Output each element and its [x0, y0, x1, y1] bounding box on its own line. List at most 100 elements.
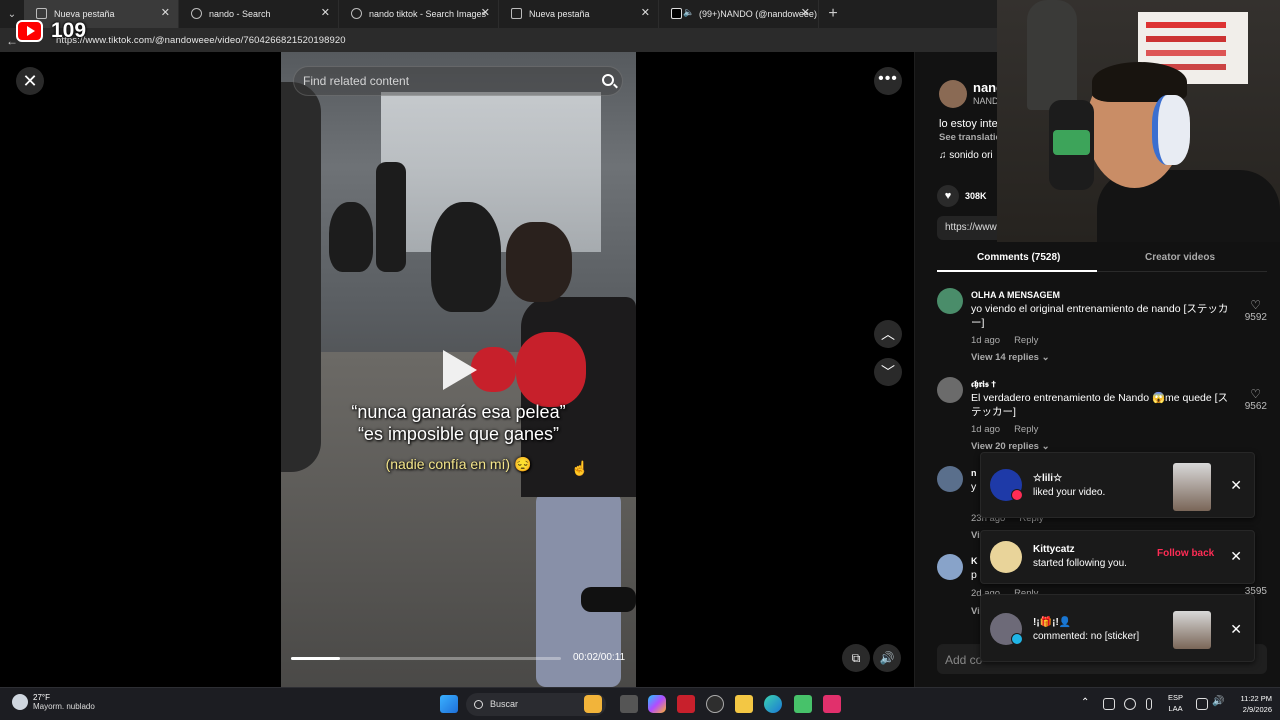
tab-2[interactable]: nando - Search ✕ [179, 0, 339, 28]
boxer-shoe [581, 587, 636, 612]
mcafee-icon[interactable] [677, 695, 695, 713]
network-icon[interactable] [1196, 698, 1208, 710]
keyboard-layout: LAA [1168, 704, 1183, 713]
webcam-overlay [997, 0, 1280, 242]
see-translation-link[interactable]: See translatio [939, 132, 1001, 143]
view-replies-button[interactable]: View 14 replies ⌄ [971, 352, 1050, 363]
comment-avatar[interactable] [937, 466, 963, 492]
screen: ⌄ Nueva pestaña ✕ nando - Search ✕ nando… [0, 0, 1280, 720]
close-tab-icon[interactable]: ✕ [801, 6, 810, 19]
comment-heart-icon[interactable]: ♡ [1250, 387, 1261, 401]
comment-avatar[interactable] [937, 377, 963, 403]
tiktok-app-icon[interactable] [823, 695, 841, 713]
edge-icon[interactable] [764, 695, 782, 713]
view-replies-button[interactable]: Vi [971, 530, 980, 541]
notification-name: ☆lili☆ [1033, 473, 1063, 484]
find-related-search[interactable]: Find related content [293, 66, 623, 96]
close-video-button[interactable]: ✕ [16, 67, 44, 95]
steam-icon[interactable] [706, 695, 724, 713]
tab-5[interactable]: 🔈 (99+)NANDO (@nandoweee) ✕ [659, 0, 819, 28]
sound-link[interactable]: ♫ sonido ori [939, 150, 993, 161]
cloud-tray-icon[interactable] [1124, 698, 1136, 710]
close-icon[interactable]: ✕ [1230, 621, 1242, 638]
mic-icon[interactable] [1146, 698, 1152, 710]
new-tab-button[interactable]: + [819, 5, 847, 23]
youtube-count: 109 [51, 19, 87, 42]
video-thumbnail[interactable] [1173, 611, 1211, 649]
comment-user[interactable]: n [971, 468, 977, 478]
tab-4[interactable]: Nueva pestaña ✕ [499, 0, 659, 28]
heart-badge-icon [1011, 489, 1023, 501]
close-tab-icon[interactable]: ✕ [321, 6, 330, 19]
windows-start-icon[interactable] [440, 695, 458, 713]
close-icon[interactable]: ✕ [1230, 477, 1242, 494]
tab-list-button[interactable]: ⌄ [0, 9, 24, 20]
previous-video-button[interactable]: ︿ [874, 320, 902, 348]
comment-reply-button[interactable]: Reply [1014, 335, 1038, 346]
comment-meta: 1d ago Reply [971, 335, 1052, 346]
comment-likes: 9592 [1244, 312, 1267, 323]
author-avatar[interactable] [939, 80, 967, 108]
file-explorer-icon[interactable] [735, 695, 753, 713]
search-placeholder: Find related content [303, 74, 410, 88]
comment-badge-icon [1011, 633, 1023, 645]
boxing-glove [516, 332, 586, 407]
close-icon[interactable]: ✕ [1230, 548, 1242, 565]
notification-toast[interactable]: Kittycatz started following you. Follow … [980, 530, 1255, 584]
clock-time: 11:22 PM [1240, 694, 1272, 703]
tab-3[interactable]: nando tiktok - Search Images ✕ [339, 0, 499, 28]
app-icon[interactable] [794, 695, 812, 713]
weather-widget[interactable]: 27°F Mayorm. nublado [12, 693, 95, 711]
like-button[interactable]: ♥ 308K [937, 185, 987, 207]
notification-message: commented: no [sticker] [1033, 631, 1140, 642]
notification-name: Kittycatz [1033, 544, 1075, 555]
close-tab-icon[interactable]: ✕ [161, 6, 170, 19]
comment-user[interactable]: 𝖈𝖍𝖗𝖎𝖘 ✝ [971, 379, 996, 390]
video-progress-bar[interactable] [291, 657, 561, 660]
url-field[interactable]: https://www.tiktok.com/@nandoweee/video/… [56, 35, 346, 46]
view-replies-button[interactable]: View 20 replies ⌄ [971, 441, 1050, 452]
chevron-up-icon[interactable]: ⌃ [1081, 697, 1089, 708]
close-tab-icon[interactable]: ✕ [481, 6, 490, 19]
view-replies-button[interactable]: Vi [971, 606, 980, 617]
comment-user[interactable]: OLHA A MENSAGEM [971, 290, 1060, 300]
comment-avatar[interactable] [937, 288, 963, 314]
headphones [1152, 95, 1190, 165]
speaker-tray-icon[interactable]: 🔊 [1212, 696, 1224, 708]
play-icon[interactable] [443, 350, 477, 390]
volume-icon[interactable]: 🔊 [873, 644, 901, 672]
picture-in-picture-icon[interactable]: ⧉ [842, 644, 870, 672]
comment-avatar[interactable] [937, 554, 963, 580]
comment-heart-icon[interactable]: ♡ [1250, 298, 1261, 312]
tab-title: Nueva pestaña [529, 9, 590, 19]
boxer-figure [471, 222, 636, 687]
copilot-icon[interactable] [648, 695, 666, 713]
windows-taskbar: 27°F Mayorm. nublado Buscar ⌃ ESP LAA 🔊 … [0, 687, 1280, 720]
notification-avatar [990, 541, 1022, 573]
next-video-button[interactable]: ﹀ [874, 358, 902, 386]
close-tab-icon[interactable]: ✕ [641, 6, 650, 19]
more-options-button[interactable]: ••• [874, 67, 902, 95]
tab-title: Nueva pestaña [54, 9, 115, 19]
video-thumbnail[interactable] [1173, 463, 1211, 511]
video-description: lo estoy inte [939, 118, 998, 130]
video-player[interactable]: Find related content “nunca ganarás esa … [281, 52, 636, 687]
search-icon[interactable] [602, 74, 614, 86]
page-icon [36, 8, 47, 19]
boxing-glove [471, 347, 516, 392]
comment-user[interactable]: K [971, 556, 978, 566]
sync-icon[interactable] [1103, 698, 1115, 710]
task-view-icon[interactable] [620, 695, 638, 713]
tab-creator-videos[interactable]: Creator videos [1145, 252, 1215, 263]
notification-toast[interactable]: ☆lili☆ liked your video. ✕ [980, 452, 1255, 518]
search-icon [351, 8, 362, 19]
comment-reply-button[interactable]: Reply [1014, 424, 1038, 435]
clock[interactable]: 11:22 PM 2/9/2026 [1228, 693, 1272, 715]
notification-toast[interactable]: !¡🎁¡!👤 commented: no [sticker] ✕ [980, 594, 1255, 662]
weather-desc: Mayorm. nublado [33, 702, 95, 711]
language-indicator[interactable]: ESP LAA [1168, 692, 1183, 714]
boxer-head [506, 222, 572, 302]
follow-back-button[interactable]: Follow back [1157, 548, 1214, 559]
comment-likes: 9562 [1244, 401, 1267, 412]
tab-comments[interactable]: Comments (7528) [977, 252, 1060, 263]
